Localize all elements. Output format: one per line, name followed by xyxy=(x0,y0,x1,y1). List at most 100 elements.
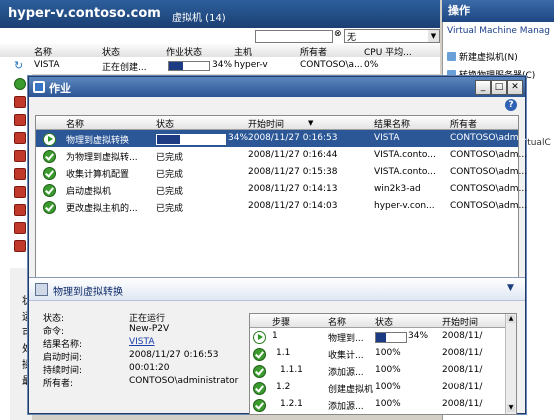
running-icon xyxy=(14,78,26,90)
step-name: 物理到... xyxy=(328,334,364,344)
job-row[interactable]: 物理到虚拟转换 34% 2008/11/27 0:16:53 VISTA CON… xyxy=(36,130,527,147)
vm-list-header: 名称 状态 作业状态 主机 所有者 CPU 平均... xyxy=(0,44,440,58)
step-name: 创建虚拟机 xyxy=(328,385,374,395)
steps-header: 步骤 名称 状态 开始时间 xyxy=(250,314,516,328)
job-start: 2008/11/27 0:15:38 xyxy=(248,167,338,177)
detail-header[interactable]: 物理到虚拟转换 ▼ xyxy=(29,277,525,301)
vm-cpu: 0% xyxy=(364,60,379,70)
step-row[interactable]: 1.2 创建虚拟机 100% 2008/11/ xyxy=(250,379,516,396)
jobs-list: 名称 状态 开始时间 ▼ 结果名称 所有者 物理到虚拟转换 34% 2008/1… xyxy=(35,115,527,291)
stopped-icon xyxy=(14,186,26,198)
job-row[interactable]: 收集计算机配置 已完成 2008/11/27 0:15:38 VISTA.con… xyxy=(36,164,527,181)
prop-label: 命令: xyxy=(43,327,65,337)
vm-job-percent: 34% xyxy=(212,60,233,70)
jobs-window-icon xyxy=(33,81,45,93)
col-result-name[interactable]: 结果名称 xyxy=(374,117,410,130)
jobs-window-title: 作业 xyxy=(49,82,71,95)
step-number: 1.1.1 xyxy=(280,365,303,375)
col-start-time[interactable]: 开始时间 xyxy=(248,117,284,130)
collapse-chevron-icon[interactable]: ▼ xyxy=(507,283,514,293)
clear-search-icon[interactable]: ⊗ xyxy=(334,29,344,41)
scroll-up-icon[interactable]: ▲ xyxy=(507,315,515,323)
filter-select[interactable]: 无 ▼ xyxy=(344,29,440,43)
detail-title: 物理到虚拟转换 xyxy=(53,287,123,298)
watermark: IT168 xyxy=(420,372,464,388)
job-name: 为物理到虚拟转... xyxy=(66,153,138,163)
col-owner[interactable]: 所有者 xyxy=(450,117,477,130)
maximize-button[interactable]: □ xyxy=(491,80,507,95)
completed-icon xyxy=(43,150,56,163)
job-progress-fill xyxy=(157,135,181,144)
step-status: 100% xyxy=(375,399,401,409)
step-number: 1.2.1 xyxy=(280,399,303,409)
step-start: 2008/11/ xyxy=(442,348,483,358)
completed-icon xyxy=(253,382,266,395)
step-name: 收集计... xyxy=(328,351,364,361)
completed-icon xyxy=(43,167,56,180)
vm-name: VISTA xyxy=(34,60,60,70)
job-status: 已完成 xyxy=(156,170,184,180)
actions-subtitle[interactable]: Virtual Machine Manag xyxy=(447,26,550,36)
step-status: 100% xyxy=(375,382,401,392)
stopped-icon xyxy=(14,150,26,162)
sort-desc-icon[interactable]: ▼ xyxy=(308,119,313,127)
job-result: hyper-v.con... xyxy=(374,201,435,211)
step-row[interactable]: 1.1 收集计... 100% 2008/11/ xyxy=(250,345,516,362)
job-name: 物理到虚拟转换 xyxy=(66,136,130,146)
minimize-button[interactable]: _ xyxy=(475,80,491,95)
job-row[interactable]: 启动虚拟机 已完成 2008/11/27 0:14:13 win2k3-ad C… xyxy=(36,181,527,198)
step-row[interactable]: 1 物理到... 34% 2008/11/ xyxy=(250,328,516,345)
col-step[interactable]: 步骤 xyxy=(272,315,290,328)
search-input[interactable] xyxy=(255,30,333,43)
step-percent: 34% xyxy=(408,331,429,341)
chevron-down-icon[interactable]: ▼ xyxy=(428,30,439,42)
result-name-link[interactable]: VISTA xyxy=(129,337,154,347)
step-row[interactable]: 1.1.1 添加源... 100% 2008/11/ xyxy=(250,362,516,379)
job-owner: CONTOSO\adm... xyxy=(450,150,528,160)
job-detail-icon xyxy=(35,283,48,296)
step-row[interactable]: 1.2.1 添加源... 100% 2008/11/ xyxy=(250,396,516,413)
col-name[interactable]: 名称 xyxy=(66,117,84,130)
step-name: 添加源... xyxy=(328,368,364,378)
new-vm-label: 新建虚拟机(N) xyxy=(459,53,518,63)
new-vm-action[interactable]: 新建虚拟机(N) xyxy=(447,50,518,63)
step-number: 1 xyxy=(272,331,278,341)
job-start: 2008/11/27 0:16:53 xyxy=(248,133,338,143)
step-number: 1.2 xyxy=(276,382,291,392)
steps-scrollbar[interactable]: ▲ ▼ xyxy=(505,314,516,414)
vm-section-title: 虚拟机 (14) xyxy=(172,13,226,24)
stopped-icon xyxy=(14,240,26,252)
step-number: 1.1 xyxy=(276,348,291,358)
job-start: 2008/11/27 0:14:13 xyxy=(248,184,338,194)
jobs-titlebar[interactable]: 作业 _ □ ✕ xyxy=(29,77,525,97)
close-button[interactable]: ✕ xyxy=(507,80,523,95)
steps-list: 步骤 名称 状态 开始时间 1 物理到... 34% 2008/11/ 1.1 … xyxy=(249,313,517,415)
job-row[interactable]: 为物理到虚拟转... 已完成 2008/11/27 0:16:44 VISTA.… xyxy=(36,147,527,164)
help-icon[interactable]: ? xyxy=(505,99,517,111)
col-status[interactable]: 状态 xyxy=(375,315,393,328)
job-result: VISTA xyxy=(374,133,400,143)
scroll-down-icon[interactable]: ▼ xyxy=(507,404,515,412)
job-owner: CONTOSO\adm... xyxy=(450,201,528,211)
job-row[interactable]: 更改虚拟主机的... 已完成 2008/11/27 0:14:03 hyper-… xyxy=(36,198,527,215)
stopped-icon xyxy=(14,132,26,144)
job-result: VISTA.conto... xyxy=(374,167,436,177)
job-percent: 34% xyxy=(228,133,249,143)
step-progress xyxy=(375,332,407,343)
filter-bar: ⊗ 无 ▼ xyxy=(0,28,440,45)
prop-value: 正在运行 xyxy=(129,314,166,324)
completed-icon xyxy=(43,184,56,197)
job-owner: CONTOSO\adm... xyxy=(450,133,528,143)
col-status[interactable]: 状态 xyxy=(156,117,174,130)
vm-row[interactable]: ↻ VISTA 正在创建... 34% hyper-v CONTOSO\a...… xyxy=(0,57,440,74)
console-header: hyper-v.contoso.com 虚拟机 (14) xyxy=(0,0,440,28)
stopped-icon xyxy=(14,222,26,234)
step-status: 100% xyxy=(375,365,401,375)
actions-title: 操作 xyxy=(442,0,554,22)
completed-icon xyxy=(43,201,56,214)
col-start-time[interactable]: 开始时间 xyxy=(442,315,478,328)
stopped-icon xyxy=(14,114,26,126)
job-status: 已完成 xyxy=(156,204,184,214)
col-name[interactable]: 名称 xyxy=(328,315,346,328)
job-name: 更改虚拟主机的... xyxy=(66,204,138,214)
